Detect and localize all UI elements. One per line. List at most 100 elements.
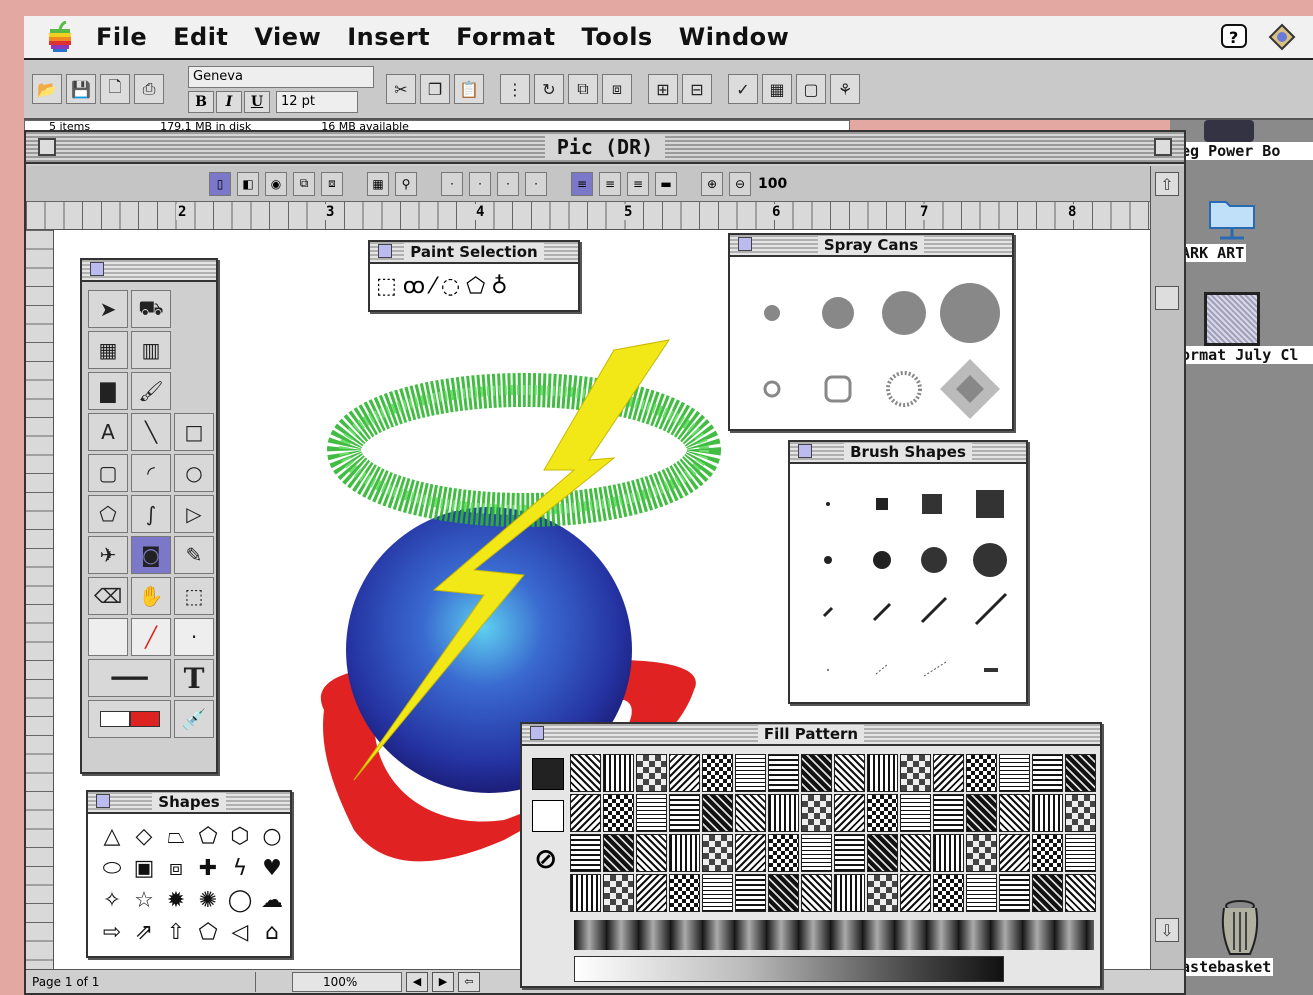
lock-icon[interactable]: ⚲ <box>395 171 417 196</box>
pattern-swatch[interactable] <box>702 874 733 912</box>
pattern-swatch[interactable] <box>768 874 799 912</box>
pattern-grid[interactable] <box>570 754 1096 920</box>
gradient-strip[interactable] <box>574 920 1094 950</box>
hand-tool-icon[interactable]: ✋ <box>131 577 171 615</box>
stack-icon[interactable]: ⧉ <box>293 171 315 196</box>
pattern-swatch[interactable] <box>933 754 964 792</box>
zoom-level[interactable]: 100 <box>758 176 787 192</box>
pattern-swatch[interactable] <box>702 834 733 872</box>
pattern-swatch[interactable] <box>636 754 667 792</box>
pattern-swatch[interactable] <box>999 794 1030 832</box>
group-icon[interactable]: ⊞ <box>648 74 678 104</box>
pattern-swatch[interactable] <box>669 874 700 912</box>
frame-view-icon[interactable]: ◉ <box>265 171 287 196</box>
pattern-swatch[interactable] <box>867 794 898 832</box>
pattern-swatch[interactable] <box>735 754 766 792</box>
paint-bucket-tool-icon[interactable]: ⛟ <box>131 290 171 328</box>
pattern-swatch[interactable] <box>1032 874 1063 912</box>
pattern-swatch[interactable] <box>966 794 997 832</box>
pattern-swatch[interactable] <box>867 874 898 912</box>
triangle-shape-icon[interactable]: △ <box>98 822 126 850</box>
pattern-swatch[interactable] <box>768 794 799 832</box>
trapezoid-shape-icon[interactable]: ⏢ <box>162 822 190 850</box>
pattern-swatch[interactable] <box>933 794 964 832</box>
pattern-swatch[interactable] <box>834 834 865 872</box>
spreadsheet-tool-icon[interactable]: ▦ <box>88 331 128 369</box>
cloud-shape-icon[interactable]: ☁ <box>258 886 286 914</box>
pattern-swatch[interactable] <box>1032 834 1063 872</box>
desktop-icon-mark-art[interactable]: MARK ART <box>1170 188 1313 266</box>
ungroup-icon[interactable]: ⊟ <box>682 74 712 104</box>
pentagon-shape-icon[interactable]: ⬠ <box>194 822 222 850</box>
pattern-swatch[interactable] <box>801 834 832 872</box>
scroll-left-icon[interactable]: ⇦ <box>458 971 480 992</box>
pattern-swatch[interactable] <box>999 874 1030 912</box>
freeform-select-icon[interactable]: ♁ <box>491 274 507 299</box>
paste-icon[interactable]: 📋 <box>454 74 484 104</box>
pattern-swatch[interactable] <box>801 754 832 792</box>
color-swatches[interactable] <box>88 700 171 738</box>
layer-icon[interactable]: ◧ <box>237 171 259 196</box>
pattern-swatch[interactable] <box>999 754 1030 792</box>
chevron-shape-icon[interactable]: ◁ <box>226 918 254 946</box>
palette-title-bar[interactable]: Spray Cans <box>730 235 1012 257</box>
pattern-swatch[interactable] <box>834 754 865 792</box>
line-color-swatch[interactable]: ╱ <box>131 618 171 656</box>
line-width-swatch[interactable]: ━━━ <box>88 659 171 697</box>
pattern-swatch[interactable] <box>570 794 601 832</box>
zoom-select[interactable]: 100% <box>292 971 402 992</box>
underline-button[interactable]: U <box>244 91 270 113</box>
pattern-swatch[interactable] <box>801 794 832 832</box>
chart-tool-icon[interactable]: ▇ <box>88 372 128 410</box>
ellipse-select-icon[interactable]: ◌ <box>441 274 460 299</box>
magic-wand-icon[interactable]: ⁄ <box>431 274 435 299</box>
pattern-swatch[interactable] <box>570 754 601 792</box>
calendar-icon[interactable]: ▦ <box>762 74 792 104</box>
menu-edit[interactable]: Edit <box>173 23 228 51</box>
star5-shape-icon[interactable]: ☆ <box>130 886 158 914</box>
circle-shape-icon[interactable]: ○ <box>258 822 286 850</box>
menu-window[interactable]: Window <box>679 23 790 51</box>
fill-color-swatch[interactable] <box>88 618 128 656</box>
ellipse-shape-icon[interactable]: ⬭ <box>98 854 126 882</box>
pattern-swatch[interactable] <box>834 794 865 832</box>
line-style-2-icon[interactable]: ≡ <box>599 171 621 196</box>
pentagon-arrow-shape-icon[interactable]: ⬠ <box>194 918 222 946</box>
scroll-up-icon[interactable]: ⇧ <box>1155 172 1179 196</box>
brush-options[interactable] <box>790 464 1026 700</box>
line-tool-icon[interactable]: ╲ <box>131 413 171 451</box>
menu-tools[interactable]: Tools <box>582 23 653 51</box>
font-size-select[interactable]: 12 pt <box>276 91 358 113</box>
cut-icon[interactable]: ✂ <box>386 74 416 104</box>
pointer-tool-icon[interactable]: ➤ <box>88 290 128 328</box>
balloon-shape-icon[interactable]: ◯ <box>226 886 254 914</box>
pattern-swatch[interactable] <box>900 834 931 872</box>
next-page-icon[interactable]: ▶ <box>432 971 454 992</box>
palette-close-icon[interactable] <box>530 726 544 740</box>
cube-shape-icon[interactable]: ⧈ <box>162 854 190 882</box>
heart-shape-icon[interactable]: ♥ <box>258 854 286 882</box>
pattern-swatch[interactable] <box>900 794 931 832</box>
line-style-3-icon[interactable]: ≡ <box>627 171 649 196</box>
rectangle-tool-icon[interactable]: □ <box>174 413 214 451</box>
pencil-tool-icon[interactable]: ✎ <box>174 536 214 574</box>
pattern-swatch[interactable] <box>702 794 733 832</box>
no-fill-icon[interactable]: ⊘ <box>534 842 557 875</box>
assistant-icon[interactable]: ⚘ <box>830 74 860 104</box>
desktop-icon-wastebasket[interactable]: Wastebasket <box>1170 898 1313 980</box>
pattern-swatch[interactable] <box>669 834 700 872</box>
duplicate-icon[interactable]: ⧈ <box>321 171 343 196</box>
close-box-icon[interactable] <box>38 138 56 156</box>
pattern-swatch[interactable] <box>768 834 799 872</box>
pattern-swatch[interactable] <box>735 874 766 912</box>
palette-close-icon[interactable] <box>96 794 110 808</box>
pattern-swatch[interactable] <box>603 794 634 832</box>
pattern-swatch[interactable] <box>1032 794 1063 832</box>
palette-title-bar[interactable]: Paint Selection <box>370 242 578 264</box>
pattern-swatch[interactable] <box>867 754 898 792</box>
pattern-swatch[interactable] <box>801 874 832 912</box>
zoom-in-icon[interactable]: ⊕ <box>701 171 723 196</box>
pattern-swatch[interactable] <box>900 874 931 912</box>
palette-title-bar[interactable]: Fill Pattern <box>522 724 1100 746</box>
spray-options[interactable] <box>730 257 1012 427</box>
